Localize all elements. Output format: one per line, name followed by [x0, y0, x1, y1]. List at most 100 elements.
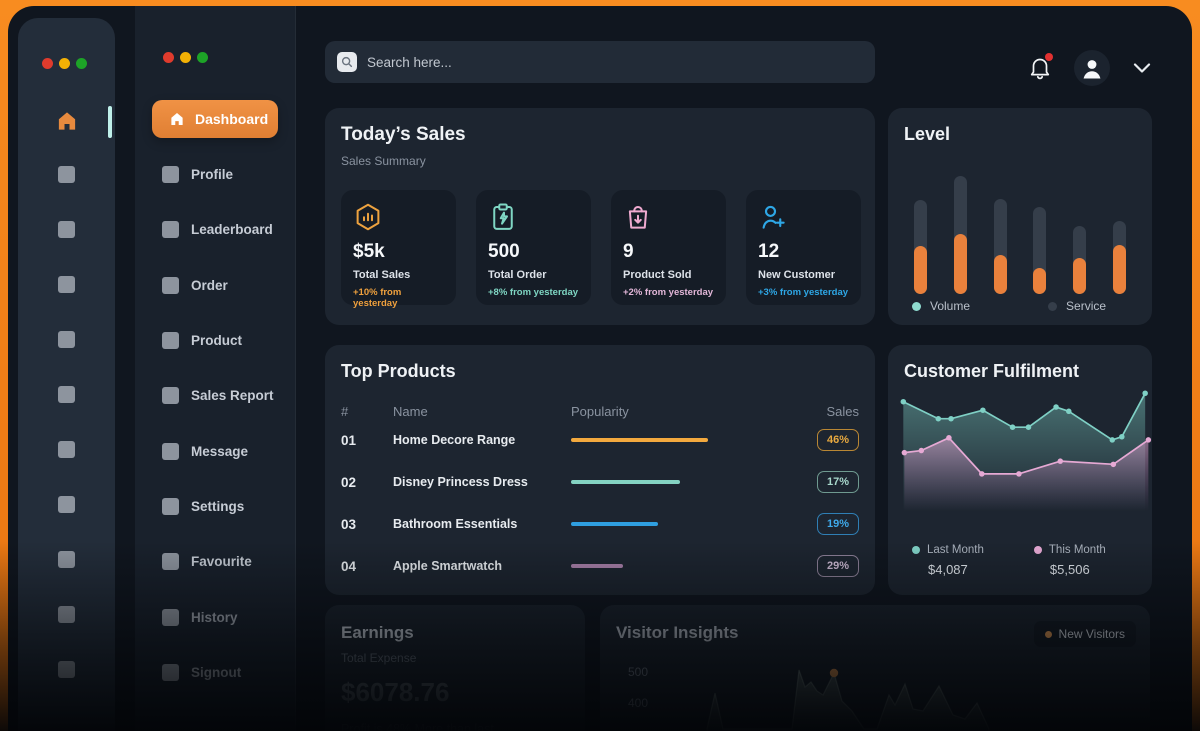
row-number: 01	[341, 433, 393, 448]
sales-badge: 29%	[817, 555, 859, 577]
sidebar: Dashboard Profile Leaderboard Order Product S…	[135, 6, 296, 731]
sidebar-item-profile[interactable]: Profile	[162, 162, 233, 186]
stat-delta: +3% from yesterday	[758, 287, 849, 298]
top-products-title: Top Products	[341, 361, 859, 382]
mini-sidebar-item-favourite[interactable]	[58, 551, 75, 568]
close-window-button[interactable]	[163, 52, 174, 63]
volume-bar	[1033, 268, 1046, 294]
legend-last-month: Last Month$4,087	[912, 544, 984, 577]
fulfilment-area-chart	[898, 389, 1153, 511]
mini-sidebar-item-sales-report[interactable]	[58, 386, 75, 403]
window-controls	[42, 58, 87, 69]
sidebar-item-label: Message	[191, 444, 248, 459]
notification-badge	[1045, 53, 1053, 61]
level-bar-group	[954, 166, 967, 294]
hexagon-bars-icon	[353, 202, 444, 232]
clipboard-bolt-icon	[488, 202, 579, 232]
table-row: 02Disney Princess Dress17%	[341, 461, 859, 503]
sidebar-item-product[interactable]: Product	[162, 328, 242, 352]
minimize-window-button[interactable]	[180, 52, 191, 63]
sidebar-item-favourite[interactable]: Favourite	[162, 549, 252, 573]
app-window: Dashboard Profile Leaderboard Order Product S…	[8, 6, 1192, 731]
sidebar-item-label: History	[191, 610, 238, 625]
sidebar-item-label: Dashboard	[195, 111, 268, 127]
col-popularity: Popularity	[571, 404, 799, 419]
sales-badge: 19%	[817, 513, 859, 535]
search-icon	[337, 52, 357, 72]
window-controls	[163, 52, 208, 63]
favourite-icon	[162, 553, 179, 570]
stat-value: 12	[758, 241, 849, 263]
sidebar-item-history[interactable]: History	[162, 605, 238, 629]
mini-sidebar-item-profile[interactable]	[58, 166, 75, 183]
stat-value: $5k	[353, 241, 444, 263]
earnings-subtitle: Total Expense	[341, 651, 569, 665]
sidebar-item-label: Product	[191, 333, 242, 348]
order-icon	[162, 277, 179, 294]
row-number: 04	[341, 559, 393, 574]
sidebar-item-signout[interactable]: Signout	[162, 660, 241, 684]
volume-bar	[1113, 245, 1126, 294]
sales-badge: 17%	[817, 471, 859, 493]
sidebar-item-sales-report[interactable]: Sales Report	[162, 383, 274, 407]
row-number: 02	[341, 475, 393, 490]
new-visitors-label: New Visitors	[1059, 627, 1125, 641]
active-indicator	[108, 106, 112, 138]
close-window-button[interactable]	[42, 58, 53, 69]
product-name: Bathroom Essentials	[393, 517, 571, 531]
home-icon	[54, 108, 80, 134]
stat-card-product-sold: 9Product Sold+2% from yesterday	[611, 190, 726, 305]
avatar[interactable]	[1074, 50, 1110, 86]
sidebar-item-message[interactable]: Message	[162, 439, 248, 463]
product-name: Apple Smartwatch	[393, 559, 571, 573]
zoom-window-button[interactable]	[197, 52, 208, 63]
sidebar-item-settings[interactable]: Settings	[162, 494, 244, 518]
stat-label: New Customer	[758, 269, 849, 281]
legend-label: This Month	[1049, 544, 1106, 556]
sidebar-item-label: Settings	[191, 499, 244, 514]
main-content: Today’s Sales Sales Summary $5kTotal Sal…	[296, 6, 1192, 731]
account-menu-button[interactable]	[1132, 62, 1152, 74]
notifications-button[interactable]	[1028, 55, 1052, 81]
level-bar-group	[1073, 166, 1086, 294]
col-sales: Sales	[826, 404, 859, 419]
new-visitors-dot	[1045, 631, 1052, 638]
earnings-note: Profit is 48% More than last Month	[341, 720, 531, 731]
today-sales-card: Today’s Sales Sales Summary $5kTotal Sal…	[325, 108, 875, 325]
row-number: 03	[341, 517, 393, 532]
mini-sidebar-item-settings[interactable]	[58, 496, 75, 513]
sales-report-icon	[162, 387, 179, 404]
popularity-bar	[571, 564, 623, 568]
stat-card-total-order: 500Total Order+8% from yesterday	[476, 190, 591, 305]
sidebar-item-dashboard[interactable]: Dashboard	[152, 100, 278, 138]
level-title: Level	[904, 124, 1136, 145]
search-input[interactable]	[367, 55, 863, 70]
volume-bar	[994, 255, 1007, 294]
sidebar-item-leaderboard[interactable]: Leaderboard	[162, 217, 273, 241]
profile-icon	[162, 166, 179, 183]
message-icon	[162, 443, 179, 460]
sidebar-item-label: Sales Report	[191, 388, 274, 403]
mini-sidebar-item-dashboard[interactable]	[54, 108, 80, 134]
level-bar-group	[994, 166, 1007, 294]
level-bar-group	[1113, 166, 1126, 294]
service-legend-label: Service	[1066, 299, 1106, 313]
mini-sidebar-item-order[interactable]	[58, 276, 75, 293]
mini-sidebar-item-message[interactable]	[58, 441, 75, 458]
home-icon	[168, 110, 186, 128]
mini-sidebar-item-history[interactable]	[58, 606, 75, 623]
sidebar-item-order[interactable]: Order	[162, 273, 228, 297]
level-legend: Volume Service	[912, 299, 1128, 313]
top-products-card: Top Products # Name Popularity Sales 01H…	[325, 345, 875, 595]
sidebar-item-label: Profile	[191, 167, 233, 182]
settings-icon	[162, 498, 179, 515]
topbar-actions	[1028, 50, 1152, 86]
mini-sidebar-item-signout[interactable]	[58, 661, 75, 678]
minimize-window-button[interactable]	[59, 58, 70, 69]
stat-card-new-customer: 12 New Customer +3% from yesterday	[746, 190, 861, 305]
level-bar-group	[1033, 166, 1046, 294]
mini-sidebar-item-leaderboard[interactable]	[58, 221, 75, 238]
legend-label: Last Month	[927, 544, 984, 556]
mini-sidebar-item-product[interactable]	[58, 331, 75, 348]
zoom-window-button[interactable]	[76, 58, 87, 69]
